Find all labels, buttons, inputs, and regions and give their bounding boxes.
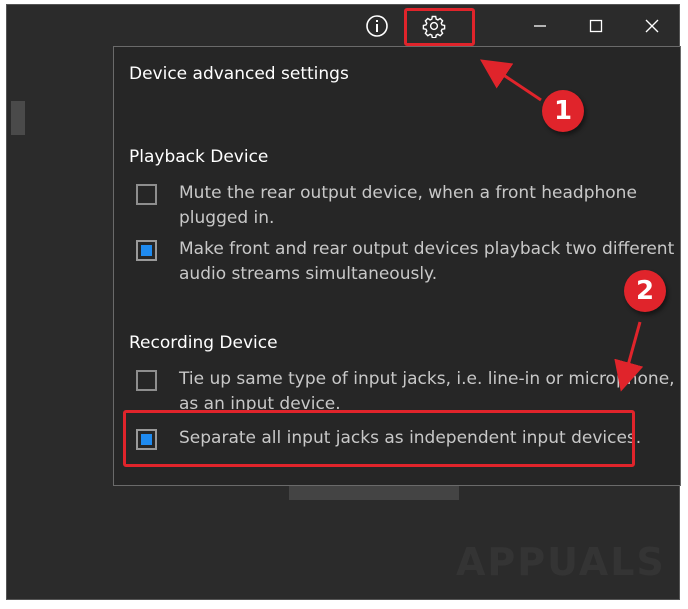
step-2-badge: 2 xyxy=(624,270,666,312)
appuals-watermark: APPUALS xyxy=(456,540,666,584)
arrow-to-settings xyxy=(480,59,542,102)
arrow-to-separate-jacks xyxy=(614,321,644,392)
step-1-badge: 1 xyxy=(542,90,584,132)
annotation-arrows xyxy=(480,59,644,392)
